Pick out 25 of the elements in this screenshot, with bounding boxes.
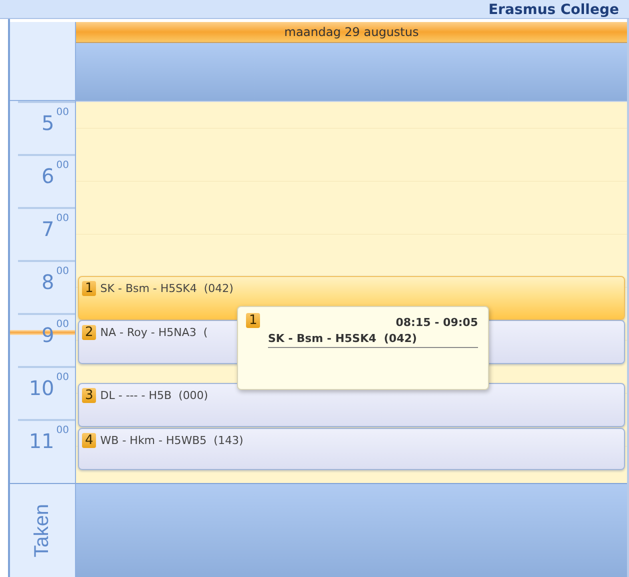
hour-label: 7 — [42, 219, 54, 243]
lesson-number: 4 — [82, 433, 96, 448]
minutes-label: 00 — [56, 320, 69, 332]
lesson-number: 3 — [82, 388, 96, 403]
appointment-text: DL - --- - H5B (000) — [100, 388, 208, 403]
minutes-label: 00 — [56, 108, 69, 120]
hour-label: 11 — [28, 431, 54, 455]
minutes-label: 00 — [56, 161, 69, 173]
appointment-text: WB - Hkm - H5WB5 (143) — [100, 433, 244, 448]
hour-label: 6 — [42, 166, 54, 190]
minutes-label: 00 — [56, 267, 69, 279]
lesson-number: 1 — [246, 313, 260, 328]
hour-label: 10 — [28, 378, 54, 402]
tooltip-text: SK - Bsm - H5SK4 (042) — [268, 332, 478, 348]
minutes-label: 00 — [56, 214, 69, 226]
minutes-label: 00 — [56, 373, 69, 385]
appointment-text: SK - Bsm - H5SK4 (042) — [100, 281, 234, 296]
hour-label: 5 — [42, 113, 54, 137]
hour-label: 8 — [42, 272, 54, 296]
appointment-text: NA - Roy - H5NA3 ( — [100, 325, 208, 340]
minutes-label: 00 — [56, 426, 69, 438]
lesson-number: 1 — [82, 281, 96, 296]
school-name: Erasmus College — [488, 2, 620, 18]
lesson-number: 2 — [82, 325, 96, 340]
tasks-label: Taken — [31, 504, 54, 558]
